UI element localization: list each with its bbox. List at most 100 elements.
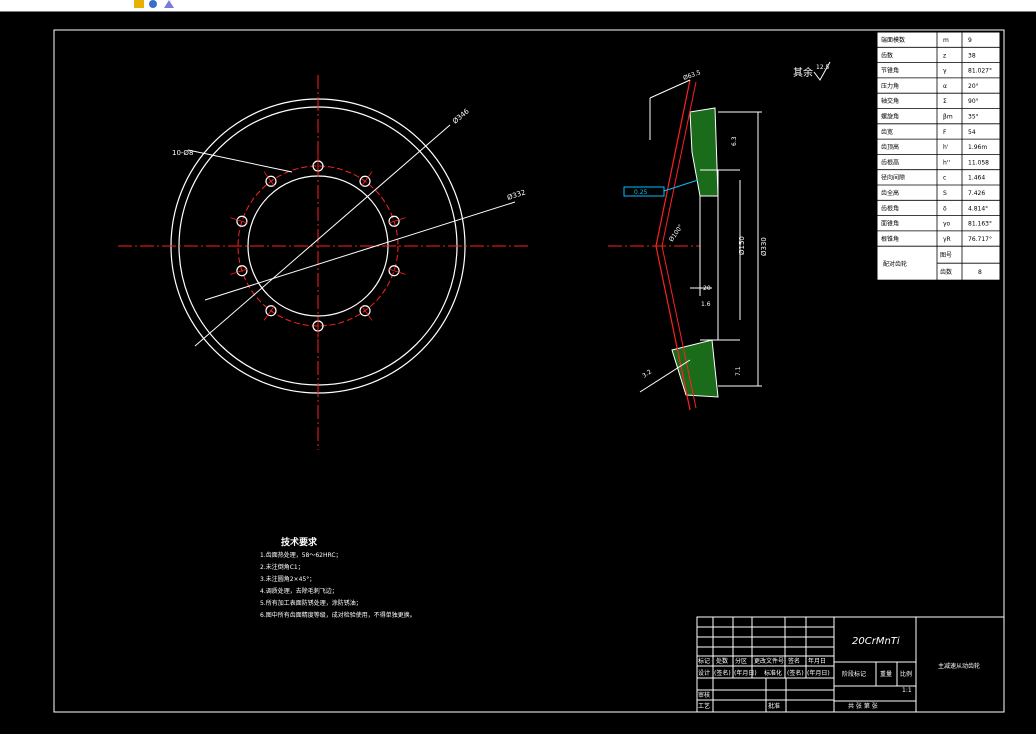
- param-symbol: h': [943, 144, 949, 151]
- param-symbol: c: [943, 175, 946, 182]
- pair-value: 8: [978, 269, 982, 276]
- param-symbol: m: [943, 37, 949, 44]
- svg-text:年月日: 年月日: [808, 657, 826, 665]
- param-symbol: z: [943, 52, 946, 59]
- hole-centerline: [361, 171, 373, 187]
- hole-centerline: [388, 217, 406, 224]
- dim-dia330: Ø330: [760, 237, 768, 256]
- dim-d346: Ø346: [451, 107, 471, 126]
- title-block-text: 标记 处数 分区 更改文件号 签名 年月日 设计 (签名) (年月日) 标准化 …: [698, 657, 980, 710]
- svg-text:(年月日): (年月日): [807, 669, 830, 677]
- hole-centerline: [263, 305, 275, 321]
- param-value: 11.058: [968, 159, 989, 166]
- param-value: 20°: [968, 83, 979, 90]
- param-value: 81.163°: [968, 221, 992, 228]
- cad-drawing: 10-Ø8 Ø346 Ø332 0.25 Ø150 Ø330 20 7.1 6.…: [53, 29, 1005, 713]
- param-symbol: δ: [943, 205, 947, 212]
- param-value: 4.814°: [968, 205, 988, 212]
- param-symbol: γo: [943, 221, 951, 228]
- svg-text:设计: 设计: [698, 669, 710, 677]
- tech-line: 1.齿面热处理，58～62HRC；: [260, 551, 342, 559]
- svg-text:主减速从动齿轮: 主减速从动齿轮: [938, 662, 980, 670]
- param-name: 轴交角: [881, 97, 899, 105]
- tech-requirements: 1.齿面热处理，58～62HRC； 2.未注倒角C1； 3.未注圆角2×45°； 4.…: [260, 551, 416, 619]
- svg-text:签名: 签名: [788, 657, 800, 665]
- param-value: 54: [968, 129, 976, 136]
- param-name: 齿数: [881, 51, 893, 59]
- param-value: 9: [968, 37, 972, 44]
- svg-text:标记: 标记: [698, 657, 710, 665]
- param-symbol: S: [943, 190, 947, 197]
- tech-line: 3.未注圆角2×45°；: [260, 575, 315, 583]
- param-symbol: F: [943, 129, 947, 136]
- pair-name: 配对齿轮: [883, 260, 907, 268]
- param-symbol: Σ: [943, 98, 947, 105]
- dim-holes: 10-Ø8: [172, 149, 193, 157]
- param-name: 压力角: [881, 82, 899, 90]
- dim-a3: Ø63.5: [682, 69, 702, 82]
- dim-d1: 7.1: [735, 366, 742, 376]
- param-name: 齿根高: [881, 158, 899, 166]
- dim-angle1: Ø100°: [668, 223, 685, 243]
- param-symbol: h'': [943, 159, 950, 166]
- gear-front-view: 10-Ø8 Ø346 Ø332: [118, 75, 530, 450]
- param-name: 根锥角: [881, 235, 899, 243]
- dim-a1: 1.6: [701, 301, 711, 308]
- svg-text:标准化: 标准化: [764, 669, 782, 677]
- svg-text:批准: 批准: [768, 702, 780, 710]
- svg-text:审核: 审核: [698, 691, 710, 699]
- dim-d332: Ø332: [506, 188, 526, 201]
- material-label: 20CrMnTi: [852, 636, 900, 647]
- svg-text:工艺: 工艺: [698, 702, 710, 710]
- svg-text:更改文件号: 更改文件号: [754, 657, 784, 665]
- param-value: 38: [968, 52, 976, 59]
- param-name: 齿根角: [881, 204, 899, 212]
- hole-centerline: [361, 305, 373, 321]
- hole-centerline: [230, 268, 248, 275]
- svg-text:比例: 比例: [900, 670, 912, 678]
- hole-centerline: [388, 268, 406, 275]
- parameter-table: 端面模数 m 9 齿数 z 38 节锥角 γ 81.027° 压力角 α 20° 轴交角 Σ 90° 螺旋角 β…: [876, 31, 1001, 281]
- tech-line: 5.所有加工表面防锈处理，涂防锈油；: [260, 599, 362, 607]
- dim-e: 6.3: [731, 136, 738, 146]
- svg-text:(年月日): (年月日): [734, 669, 757, 677]
- param-value: 76.717°: [968, 236, 992, 243]
- param-value: 1.96m: [968, 144, 987, 151]
- gear-section-view: 0.25 Ø150 Ø330 20 7.1 6.3 Ø100° Ø63.5 1.…: [608, 69, 768, 411]
- param-name: 螺旋角: [881, 113, 899, 121]
- svg-text:(签名): (签名): [714, 669, 731, 677]
- svg-text:1:1: 1:1: [902, 687, 912, 694]
- tech-line: 4.调质处理，去除毛刺飞边；: [260, 587, 338, 595]
- toolbar-icon-b[interactable]: [148, 0, 160, 9]
- param-name: 面锥角: [881, 220, 899, 228]
- hole-centerline: [230, 217, 248, 224]
- tech-line: 6.图中所有齿面精度等级，成对检验使用，不得单独更换。: [260, 611, 416, 619]
- param-symbol: γ: [943, 68, 947, 75]
- roughness-value: 12.5: [816, 64, 830, 71]
- param-symbol: γR: [943, 236, 951, 243]
- svg-text:重量: 重量: [880, 670, 892, 678]
- param-value: 81.027°: [968, 68, 992, 75]
- dim-ref: 0.25: [634, 189, 648, 196]
- param-name: 节锥角: [881, 67, 899, 75]
- drawing-canvas[interactable]: 10-Ø8 Ø346 Ø332 0.25 Ø150 Ø330 20 7.1 6.…: [0, 12, 1036, 734]
- pair-row2: 齿数: [940, 268, 952, 276]
- dim-a2: 3.2: [641, 368, 653, 379]
- param-name: 齿宽: [881, 128, 893, 136]
- hole-centerline: [263, 171, 275, 187]
- svg-text:共 张 第 张: 共 张 第 张: [848, 702, 878, 710]
- toolbar-icon-a[interactable]: [133, 0, 145, 9]
- inner-frame: [53, 29, 1005, 713]
- tech-line: 2.未注倒角C1；: [260, 563, 304, 571]
- roughness-label: 其余: [793, 66, 813, 79]
- dim-dia150: Ø150: [738, 236, 746, 255]
- param-value: 1.464: [968, 175, 985, 182]
- svg-text:(签名): (签名): [787, 669, 804, 677]
- param-value: 90°: [968, 98, 979, 105]
- svg-text:阶段标记: 阶段标记: [842, 670, 866, 678]
- pair-row1: 图号: [940, 252, 952, 259]
- param-name: 径向间隙: [881, 174, 905, 182]
- toolbar-icon-c[interactable]: [163, 0, 175, 9]
- svg-text:处数: 处数: [716, 657, 728, 665]
- toolbar: [0, 0, 1036, 12]
